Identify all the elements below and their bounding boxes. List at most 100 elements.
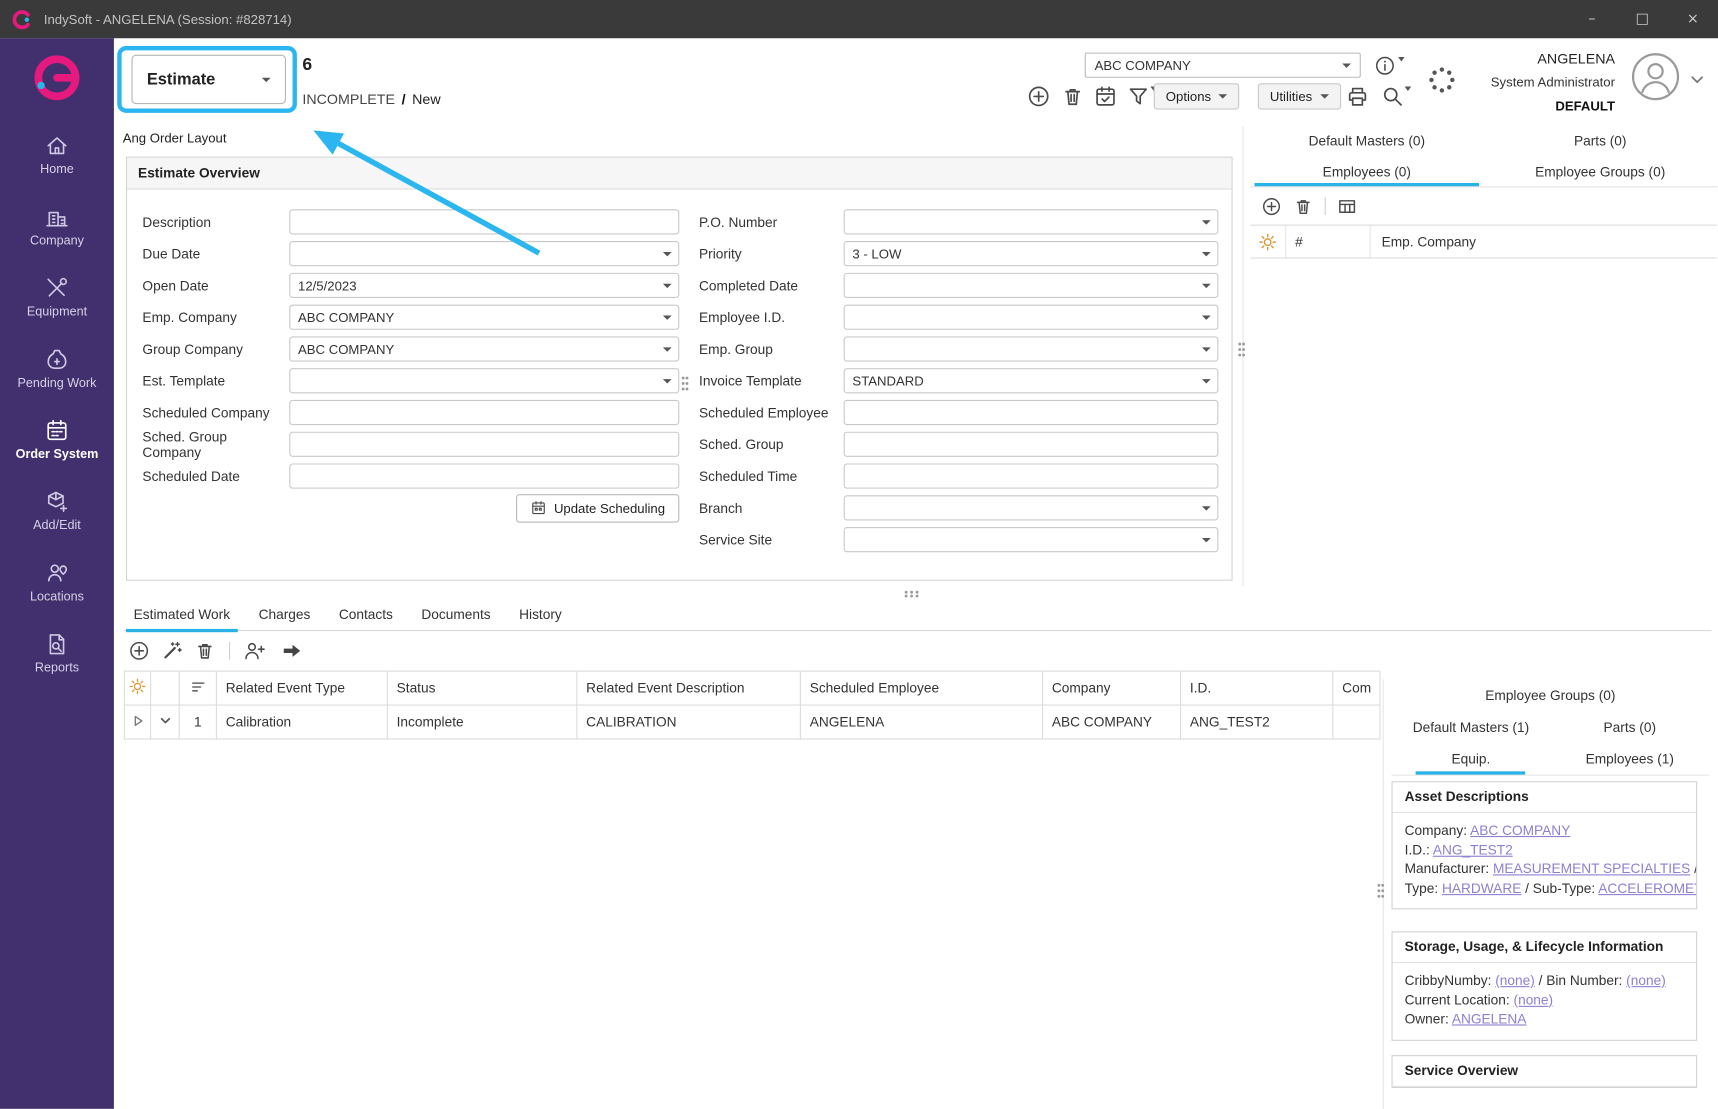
bin-number-link[interactable]: (none) [1626, 973, 1666, 988]
sched-group-company-input[interactable] [289, 432, 679, 457]
sun-icon[interactable] [1250, 233, 1285, 251]
scheduled-date-input[interactable] [289, 463, 679, 488]
due-date-select[interactable] [289, 241, 679, 266]
masters-grid-button[interactable] [1337, 196, 1358, 217]
sidebar-item-order-system[interactable]: Order System [0, 403, 114, 474]
sidebar-item-locations[interactable]: Locations [0, 546, 114, 617]
col-id[interactable]: I.D. [1181, 671, 1333, 705]
filter-button[interactable] [1126, 84, 1150, 108]
sidebar-item-equipment[interactable]: Equipment [0, 261, 114, 332]
work-delete-button[interactable] [194, 640, 216, 662]
work-add-button[interactable] [128, 640, 150, 662]
sidebar-item-reports[interactable]: Reports [0, 617, 114, 688]
col-related-event-type[interactable]: Related Event Type [216, 671, 387, 705]
subtype-link[interactable]: ACCELEROMETE [1598, 880, 1696, 895]
close-button[interactable]: × [1668, 0, 1718, 38]
indysoft-logo-icon [11, 8, 33, 30]
description-input[interactable] [289, 209, 679, 234]
tab-default-masters[interactable]: Default Masters (0) [1250, 126, 1483, 157]
col-scheduled-employee[interactable]: Scheduled Employee [800, 671, 1042, 705]
tab-history[interactable]: History [509, 600, 571, 630]
options-dropdown[interactable]: Options [1154, 83, 1240, 109]
employee-id-select[interactable] [844, 305, 1219, 330]
tab-equip[interactable]: Equip. [1391, 743, 1550, 775]
tab-parts[interactable]: Parts (0) [1484, 126, 1717, 157]
update-scheduling-button[interactable]: Update Scheduling [516, 494, 680, 522]
invoice-template-select[interactable]: STANDARD [844, 368, 1219, 393]
company-selector[interactable]: ABC COMPANY [1085, 53, 1361, 78]
sidebar-item-add-edit[interactable]: Add/Edit [0, 474, 114, 545]
tab-default-masters-detail[interactable]: Default Masters (1) [1391, 711, 1550, 743]
sidebar-item-home[interactable]: Home [0, 118, 114, 189]
asset-manufacturer-line: Manufacturer: MEASUREMENT SPECIALTIES / … [1405, 860, 1684, 879]
masters-col-emp-company[interactable]: Emp. Company [1371, 234, 1717, 249]
emp-company-select[interactable]: ABC COMPANY [289, 305, 679, 330]
tab-parts-detail[interactable]: Parts (0) [1550, 711, 1709, 743]
record-type-dropdown[interactable]: Estimate [131, 55, 285, 104]
scheduled-employee-input[interactable] [844, 400, 1219, 425]
tab-charges[interactable]: Charges [249, 600, 320, 630]
group-company-select[interactable]: ABC COMPANY [289, 336, 679, 361]
detail-splitter-handle[interactable] [1376, 882, 1385, 905]
crib-link[interactable]: (none) [1495, 973, 1535, 988]
tab-documents[interactable]: Documents [412, 600, 501, 630]
current-location-link[interactable]: (none) [1514, 992, 1554, 1007]
col-status[interactable]: Status [387, 671, 577, 705]
tab-contacts[interactable]: Contacts [329, 600, 403, 630]
window-title: IndySoft - ANGELENA (Session: #828714) [44, 12, 292, 27]
col-company[interactable]: Company [1043, 671, 1181, 705]
utilities-dropdown[interactable]: Utilities [1258, 83, 1341, 109]
tab-employee-groups[interactable]: Employee Groups (0) [1484, 157, 1717, 187]
tab-estimated-work[interactable]: Estimated Work [124, 600, 240, 630]
add-record-button[interactable] [1027, 84, 1051, 108]
vertical-splitter-handle[interactable] [1237, 341, 1246, 364]
est-template-select[interactable] [289, 368, 679, 393]
sidebar-item-company[interactable]: Company [0, 190, 114, 261]
expand-row-button[interactable] [124, 705, 150, 739]
record-status: INCOMPLETE/New [302, 91, 440, 107]
tab-employees[interactable]: Employees (0) [1250, 157, 1483, 187]
company-link[interactable]: ABC COMPANY [1470, 823, 1570, 838]
apps-menu-button[interactable] [1425, 64, 1458, 97]
user-avatar[interactable] [1630, 51, 1680, 101]
completed-date-select[interactable] [844, 273, 1219, 298]
maximize-button[interactable]: □ [1617, 0, 1667, 38]
user-menu-chevron-icon[interactable] [1688, 71, 1706, 89]
delete-record-button[interactable] [1061, 84, 1085, 108]
search-button[interactable] [1381, 84, 1405, 108]
assign-employee-button[interactable] [243, 640, 265, 662]
masters-add-button[interactable] [1261, 196, 1282, 217]
manufacturer-link[interactable]: MEASUREMENT SPECIALTIES [1493, 861, 1690, 876]
emp-group-select[interactable] [844, 336, 1219, 361]
info-dropdown[interactable] [1374, 55, 1396, 77]
col-com-truncated[interactable]: Com [1333, 671, 1381, 705]
col-related-event-description[interactable]: Related Event Description [577, 671, 801, 705]
scheduled-company-input[interactable] [289, 400, 679, 425]
sort-icon[interactable] [179, 671, 216, 705]
sched-group-input[interactable] [844, 432, 1219, 457]
masters-delete-button[interactable] [1293, 196, 1314, 217]
minimize-button[interactable]: – [1567, 0, 1617, 38]
auto-create-button[interactable] [161, 640, 183, 662]
sidebar-item-pending-work[interactable]: Pending Work [0, 332, 114, 403]
open-date-select[interactable]: 12/5/2023 [289, 273, 679, 298]
tab-employee-groups-detail[interactable]: Employee Groups (0) [1391, 679, 1709, 711]
work-table-row[interactable]: 1 Calibration Incomplete CALIBRATION ANG… [124, 705, 1380, 739]
owner-link[interactable]: ANGELENA [1452, 1011, 1527, 1026]
row-menu-button[interactable] [151, 705, 179, 739]
id-link[interactable]: ANG_TEST2 [1433, 842, 1513, 857]
column-splitter-handle[interactable] [680, 375, 689, 398]
print-button[interactable] [1345, 84, 1369, 108]
po-number-select[interactable] [844, 209, 1219, 234]
masters-col-number[interactable]: # [1285, 226, 1370, 258]
send-arrow-button[interactable] [280, 640, 302, 662]
sun-icon[interactable] [124, 671, 150, 705]
service-site-select[interactable] [844, 527, 1219, 552]
type-link[interactable]: HARDWARE [1442, 880, 1521, 895]
schedule-button[interactable] [1093, 84, 1117, 108]
tab-employees-detail[interactable]: Employees (1) [1550, 743, 1709, 775]
scheduled-time-input[interactable] [844, 463, 1219, 488]
chevron-down-icon [1202, 251, 1211, 255]
branch-select[interactable] [844, 495, 1219, 520]
priority-select[interactable]: 3 - LOW [844, 241, 1219, 266]
